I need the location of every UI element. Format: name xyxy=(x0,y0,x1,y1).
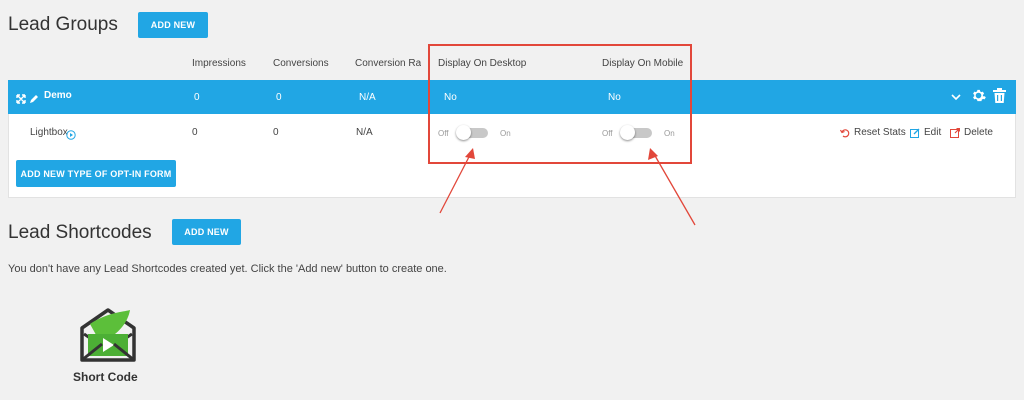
shortcode-icon-label: Short Code xyxy=(73,370,138,384)
lead-shortcodes-heading: Lead Shortcodes xyxy=(8,222,152,243)
gear-icon[interactable] xyxy=(971,88,986,108)
play-circle-icon[interactable] xyxy=(66,127,76,145)
expand-icon[interactable] xyxy=(16,91,26,109)
item-impressions: 0 xyxy=(192,127,198,138)
item-name: Lightbox xyxy=(30,127,68,138)
reset-stats-link[interactable]: Reset Stats xyxy=(840,127,906,138)
pencil-icon[interactable] xyxy=(29,91,39,109)
delete-icon xyxy=(950,127,960,138)
chevron-down-icon[interactable] xyxy=(951,90,961,108)
delete-link[interactable]: Delete xyxy=(950,127,993,138)
col-impressions[interactable]: Impressions xyxy=(192,58,246,69)
trash-icon[interactable] xyxy=(993,88,1006,108)
group-conversion-rate: N/A xyxy=(359,92,376,103)
group-conversions: 0 xyxy=(276,92,282,103)
col-conversion-rate[interactable]: Conversion Ra... xyxy=(355,58,421,69)
delete-label: Delete xyxy=(964,127,993,138)
shortcodes-empty-message: You don't have any Lead Shortcodes creat… xyxy=(8,263,447,275)
edit-label: Edit xyxy=(924,127,942,138)
edit-link[interactable]: Edit xyxy=(910,127,941,138)
col-conversions[interactable]: Conversions xyxy=(273,58,329,69)
item-conversions: 0 xyxy=(273,127,279,138)
lead-groups-heading: Lead Groups xyxy=(8,14,118,35)
shortcode-envelope-icon[interactable] xyxy=(78,306,138,364)
annotation-arrows xyxy=(439,148,696,226)
reset-stats-label: Reset Stats xyxy=(854,127,906,138)
add-new-shortcode-button[interactable]: ADD NEW xyxy=(172,219,241,245)
edit-icon xyxy=(910,128,920,138)
group-impressions: 0 xyxy=(194,92,200,103)
group-name: Demo xyxy=(44,90,72,101)
add-new-optin-type-button[interactable]: ADD NEW TYPE OF OPT-IN FORM xyxy=(16,160,176,187)
item-conversion-rate: N/A xyxy=(356,127,373,138)
reset-icon xyxy=(840,128,850,137)
add-new-lead-group-button[interactable]: ADD NEW xyxy=(138,12,208,38)
